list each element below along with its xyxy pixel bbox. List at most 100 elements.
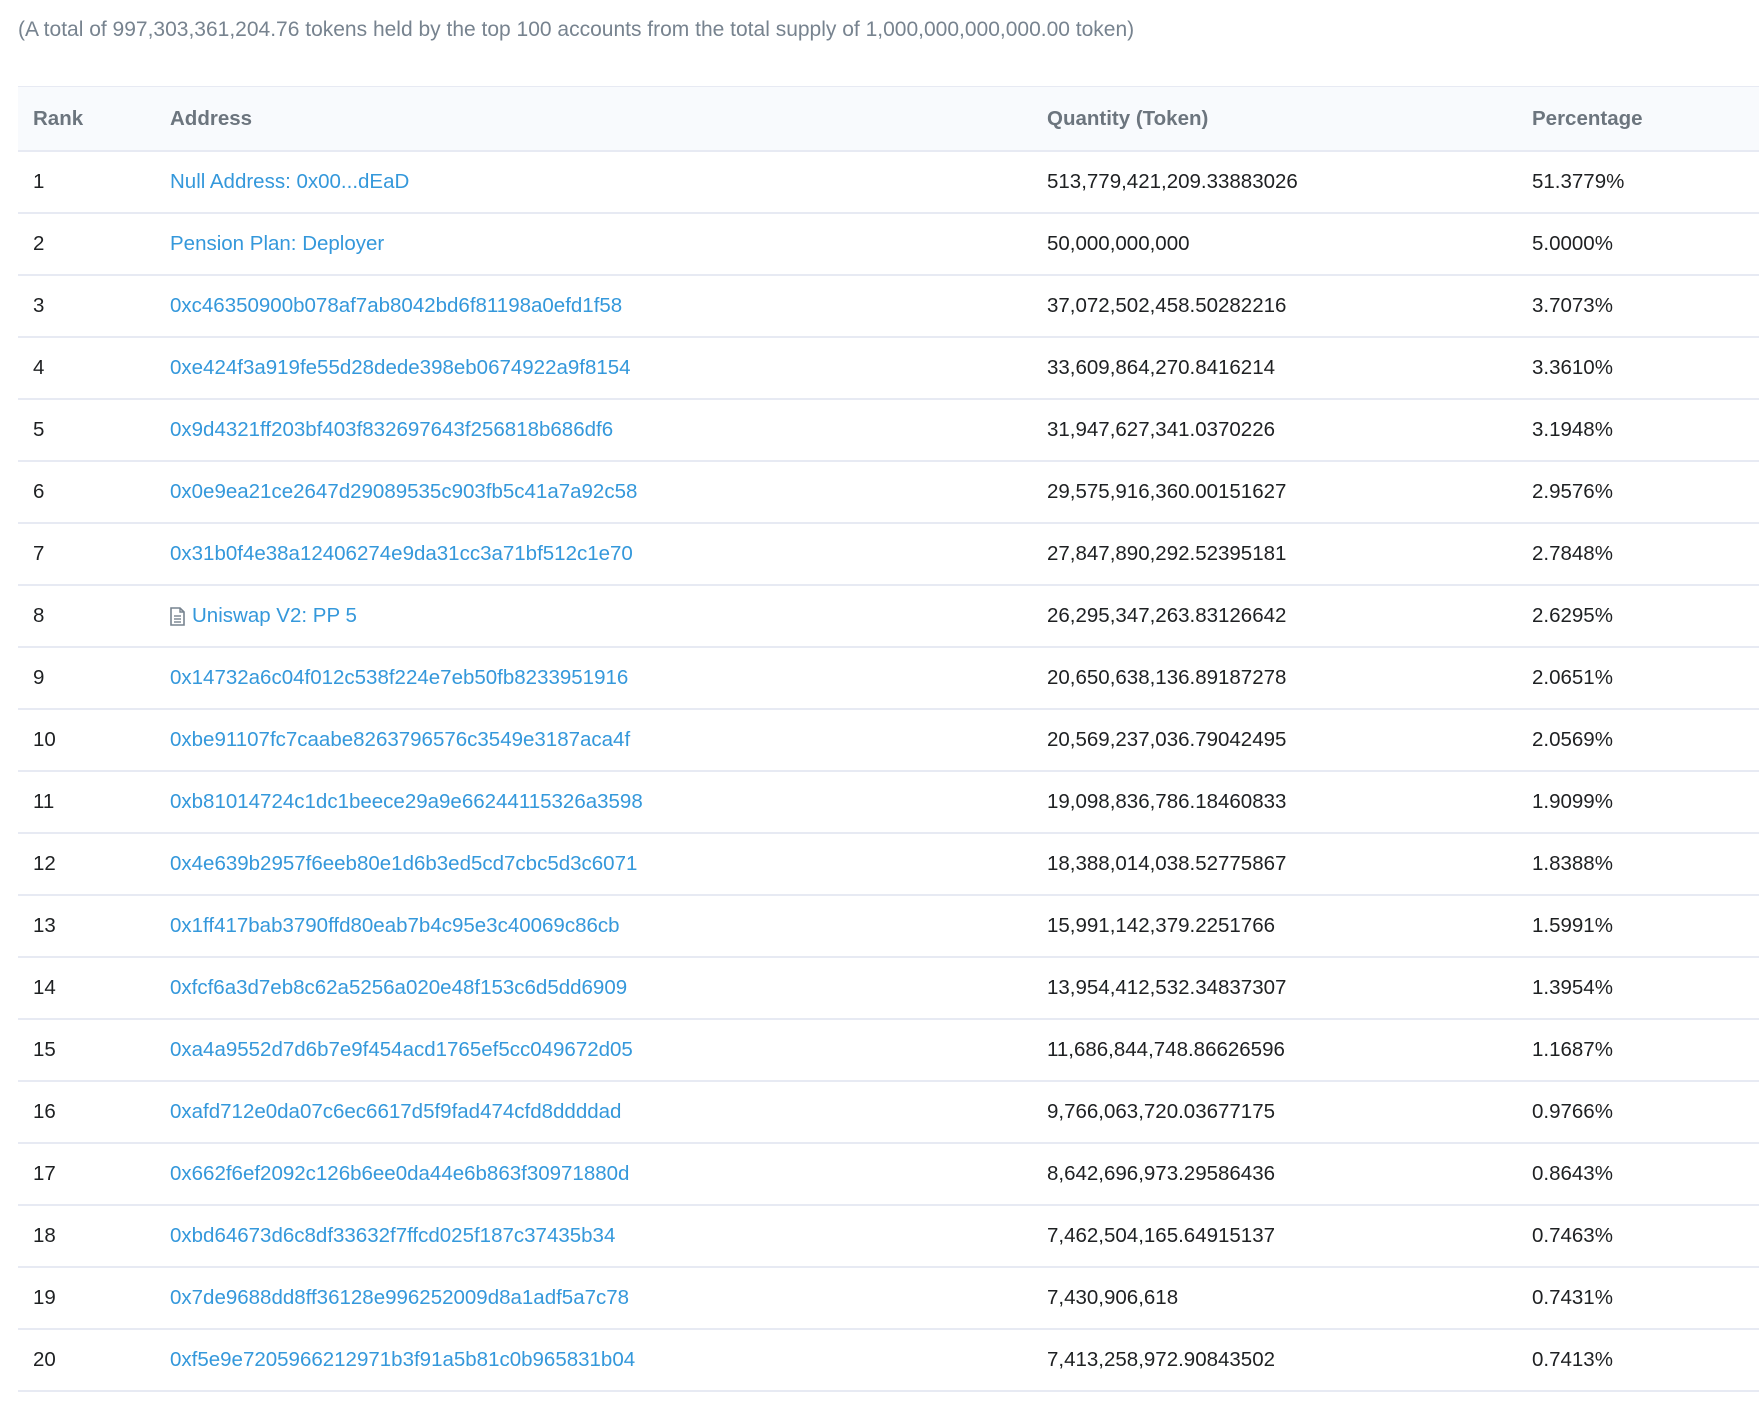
- quantity-cell: 37,072,502,458.50282216: [1047, 294, 1287, 317]
- table-row: 18 0xbd64673d6c8df33632f7ffcd025f187c3743…: [18, 1206, 1759, 1268]
- table-row: 8 Uniswap V2: PP 5 26,295,347,263.83126642…: [18, 586, 1759, 648]
- quantity-cell: 7,462,504,165.64915137: [1047, 1224, 1276, 1247]
- table-row: 17 0x662f6ef2092c126b6ee0da44e6b863f30971…: [18, 1144, 1759, 1206]
- address-label: 0x31b0f4e38a12406274e9da31cc3a71bf512c1e…: [170, 542, 633, 565]
- percentage-cell: 3.1948%: [1532, 418, 1613, 441]
- address-label: 0xb81014724c1dc1beece29a9e66244115326a35…: [170, 790, 643, 813]
- address-link[interactable]: 0x1ff417bab3790ffd80eab7b4c95e3c40069c86…: [170, 914, 620, 938]
- address-cell: Null Address: 0x00...dEaD: [170, 152, 409, 212]
- address-label: 0xfcf6a3d7eb8c62a5256a020e48f153c6d5dd69…: [170, 976, 628, 999]
- address-label: 0xc46350900b078af7ab8042bd6f81198a0efd1f…: [170, 294, 623, 317]
- address-link[interactable]: 0xf5e9e7205966212971b3f91a5b81c0b965831b…: [170, 1348, 635, 1372]
- address-label: 0x4e639b2957f6eeb80e1d6b3ed5cd7cbc5d3c60…: [170, 852, 638, 875]
- address-link[interactable]: Pension Plan: Deployer: [170, 232, 384, 256]
- address-label: Uniswap V2: PP 5: [192, 604, 357, 627]
- table-body: 1 Null Address: 0x00...dEaD 513,779,421,20…: [18, 152, 1759, 1392]
- rank-cell: 5: [33, 418, 45, 441]
- table-row: 5 0x9d4321ff203bf403f832697643f256818b686…: [18, 400, 1759, 462]
- address-cell: 0xf5e9e7205966212971b3f91a5b81c0b965831b…: [170, 1330, 635, 1390]
- address-link[interactable]: 0xb81014724c1dc1beece29a9e66244115326a35…: [170, 790, 643, 814]
- header-rank: Rank: [33, 106, 84, 130]
- address-cell: 0xb81014724c1dc1beece29a9e66244115326a35…: [170, 772, 643, 832]
- percentage-cell: 1.3954%: [1532, 976, 1613, 999]
- address-cell: 0xc46350900b078af7ab8042bd6f81198a0efd1f…: [170, 276, 622, 336]
- address-link[interactable]: Null Address: 0x00...dEaD: [170, 170, 409, 194]
- table-row: 12 0x4e639b2957f6eeb80e1d6b3ed5cd7cbc5d3c…: [18, 834, 1759, 896]
- percentage-cell: 0.7413%: [1532, 1348, 1613, 1371]
- address-label: 0xf5e9e7205966212971b3f91a5b81c0b965831b…: [170, 1348, 636, 1371]
- quantity-cell: 27,847,890,292.52395181: [1047, 542, 1287, 565]
- quantity-cell: 13,954,412,532.34837307: [1047, 976, 1287, 999]
- address-cell: 0x4e639b2957f6eeb80e1d6b3ed5cd7cbc5d3c60…: [170, 834, 637, 894]
- rank-cell: 6: [33, 480, 45, 503]
- percentage-cell: 2.0569%: [1532, 728, 1613, 751]
- address-link[interactable]: 0x7de9688dd8ff36128e996252009d8a1adf5a7c…: [170, 1286, 629, 1310]
- address-cell: 0x14732a6c04f012c538f224e7eb50fb82339519…: [170, 648, 628, 708]
- percentage-cell: 0.7463%: [1532, 1224, 1613, 1247]
- address-link[interactable]: 0xbe91107fc7caabe8263796576c3549e3187aca…: [170, 728, 630, 752]
- table-row: 2 Pension Plan: Deployer 50,000,000,000 5.0…: [18, 214, 1759, 276]
- address-cell: 0xbe91107fc7caabe8263796576c3549e3187aca…: [170, 710, 630, 770]
- rank-cell: 16: [33, 1100, 56, 1123]
- percentage-cell: 0.8643%: [1532, 1162, 1613, 1185]
- table-row: 4 0xe424f3a919fe55d28dede398eb0674922a9f8…: [18, 338, 1759, 400]
- rank-cell: 13: [33, 914, 56, 937]
- quantity-cell: 7,413,258,972.90843502: [1047, 1348, 1276, 1371]
- address-label: Null Address: 0x00...dEaD: [170, 170, 410, 193]
- address-link[interactable]: 0xa4a9552d7d6b7e9f454acd1765ef5cc049672d…: [170, 1038, 633, 1062]
- rank-cell: 17: [33, 1162, 56, 1185]
- address-link[interactable]: 0xfcf6a3d7eb8c62a5256a020e48f153c6d5dd69…: [170, 976, 627, 1000]
- address-cell: Pension Plan: Deployer: [170, 214, 384, 274]
- rank-cell: 10: [33, 728, 56, 751]
- address-cell: 0x0e9ea21ce2647d29089535c903fb5c41a7a92c…: [170, 462, 637, 522]
- percentage-cell: 3.3610%: [1532, 356, 1613, 379]
- table-row: 15 0xa4a9552d7d6b7e9f454acd1765ef5cc04967…: [18, 1020, 1759, 1082]
- header-quantity: Quantity (Token): [1047, 106, 1209, 130]
- token-holders-table: Rank Address Quantity (Token) Percentage…: [18, 86, 1759, 1392]
- table-row: 7 0x31b0f4e38a12406274e9da31cc3a71bf512c1…: [18, 524, 1759, 586]
- address-link[interactable]: 0x31b0f4e38a12406274e9da31cc3a71bf512c1e…: [170, 542, 633, 566]
- address-cell: Uniswap V2: PP 5: [170, 586, 357, 646]
- address-label: 0xe424f3a919fe55d28dede398eb0674922a9f81…: [170, 356, 631, 379]
- address-link[interactable]: 0xafd712e0da07c6ec6617d5f9fad474cfd8dddd…: [170, 1100, 621, 1124]
- percentage-cell: 2.7848%: [1532, 542, 1613, 565]
- header-percentage: Percentage: [1532, 106, 1643, 130]
- quantity-cell: 20,650,638,136.89187278: [1047, 666, 1287, 689]
- rank-cell: 18: [33, 1224, 56, 1247]
- address-link[interactable]: 0x14732a6c04f012c538f224e7eb50fb82339519…: [170, 666, 628, 690]
- address-link[interactable]: Uniswap V2: PP 5: [170, 604, 357, 628]
- table-row: 9 0x14732a6c04f012c538f224e7eb50fb8233951…: [18, 648, 1759, 710]
- address-link[interactable]: 0x662f6ef2092c126b6ee0da44e6b863f3097188…: [170, 1162, 629, 1186]
- address-link[interactable]: 0xbd64673d6c8df33632f7ffcd025f187c37435b…: [170, 1224, 615, 1248]
- quantity-cell: 26,295,347,263.83126642: [1047, 604, 1287, 627]
- address-label: 0xafd712e0da07c6ec6617d5f9fad474cfd8dddd…: [170, 1100, 622, 1123]
- contract-document-icon: [170, 606, 185, 626]
- rank-cell: 4: [33, 356, 45, 379]
- address-label: Pension Plan: Deployer: [170, 232, 385, 255]
- rank-cell: 7: [33, 542, 45, 565]
- header-address: Address: [170, 106, 253, 130]
- rank-cell: 19: [33, 1286, 56, 1309]
- quantity-cell: 7,430,906,618: [1047, 1286, 1179, 1309]
- quantity-cell: 9,766,063,720.03677175: [1047, 1100, 1276, 1123]
- address-label: 0xbe91107fc7caabe8263796576c3549e3187aca…: [170, 728, 631, 751]
- percentage-cell: 5.0000%: [1532, 232, 1613, 255]
- address-cell: 0x1ff417bab3790ffd80eab7b4c95e3c40069c86…: [170, 896, 620, 956]
- address-label: 0x9d4321ff203bf403f832697643f256818b686d…: [170, 418, 614, 441]
- quantity-cell: 29,575,916,360.00151627: [1047, 480, 1287, 503]
- rank-cell: 2: [33, 232, 45, 255]
- quantity-cell: 513,779,421,209.33883026: [1047, 170, 1298, 193]
- address-cell: 0xfcf6a3d7eb8c62a5256a020e48f153c6d5dd69…: [170, 958, 627, 1018]
- rank-cell: 3: [33, 294, 45, 317]
- percentage-cell: 51.3779%: [1532, 170, 1625, 193]
- table-row: 19 0x7de9688dd8ff36128e996252009d8a1adf5a…: [18, 1268, 1759, 1330]
- address-link[interactable]: 0xc46350900b078af7ab8042bd6f81198a0efd1f…: [170, 294, 622, 318]
- address-link[interactable]: 0x9d4321ff203bf403f832697643f256818b686d…: [170, 418, 613, 442]
- table-row: 10 0xbe91107fc7caabe8263796576c3549e3187a…: [18, 710, 1759, 772]
- percentage-cell: 1.8388%: [1532, 852, 1613, 875]
- address-link[interactable]: 0xe424f3a919fe55d28dede398eb0674922a9f81…: [170, 356, 631, 380]
- address-label: 0x0e9ea21ce2647d29089535c903fb5c41a7a92c…: [170, 480, 638, 503]
- address-link[interactable]: 0x4e639b2957f6eeb80e1d6b3ed5cd7cbc5d3c60…: [170, 852, 637, 876]
- address-link[interactable]: 0x0e9ea21ce2647d29089535c903fb5c41a7a92c…: [170, 480, 637, 504]
- address-cell: 0xafd712e0da07c6ec6617d5f9fad474cfd8dddd…: [170, 1082, 621, 1142]
